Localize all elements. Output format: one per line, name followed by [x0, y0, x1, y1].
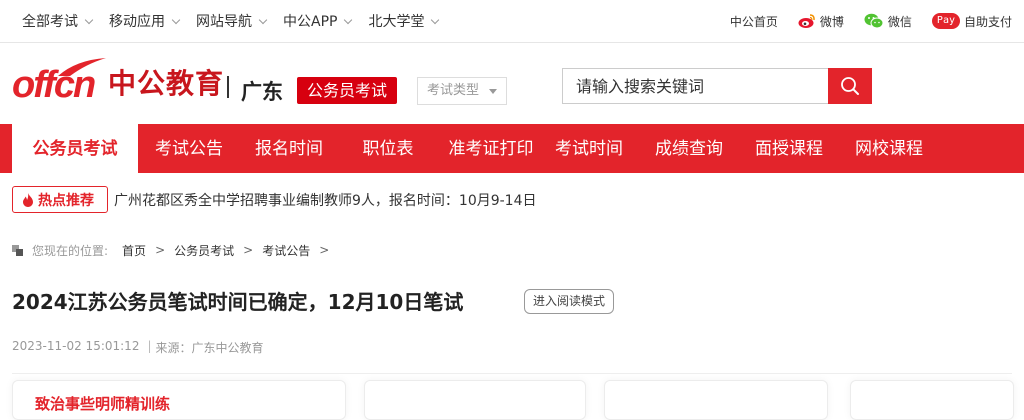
top-nav-site-nav[interactable]: 网站导航	[196, 0, 268, 42]
region-label: 广东	[241, 80, 283, 104]
hot-news-link[interactable]: 广州花都区秀全中学招聘事业编制教师9人，报名时间：10月9-14日	[114, 190, 537, 210]
top-nav: 全部考试 移动应用 网站导航 中公APP 北大学堂	[0, 0, 440, 42]
location-icon	[12, 244, 23, 256]
chevron-down-icon	[84, 15, 94, 24]
flame-icon	[23, 192, 33, 207]
breadcrumb-separator: >	[319, 243, 330, 257]
breadcrumb-separator: >	[155, 243, 166, 257]
nav-item-registration-time[interactable]: 报名时间	[242, 124, 336, 173]
header: offcn 中公教育 广东 公务员考试 考试类型	[0, 44, 1024, 124]
offcn-home-label: 中公首页	[729, 14, 778, 29]
search-icon	[841, 77, 859, 95]
wechat-label: 微信	[887, 14, 912, 29]
offcn-home-link[interactable]: 中公首页	[730, 13, 778, 30]
top-nav-mobile-apps[interactable]: 移动应用	[109, 0, 181, 42]
nav-item-exam-time[interactable]: 考试时间	[542, 124, 636, 173]
logo-wordmark: offcn	[12, 64, 96, 106]
nav-item-in-person-courses[interactable]: 面授课程	[742, 124, 836, 173]
top-nav-label: 全部考试	[22, 14, 78, 30]
hot-recommend-badge: 热点推荐	[12, 186, 108, 213]
exam-type-value: 考试类型	[427, 83, 480, 98]
top-nav-offcn-app[interactable]: 中公APP	[283, 0, 353, 42]
chevron-down-icon	[258, 15, 268, 24]
article-source: 来源：广东中公教育	[155, 341, 264, 355]
article-meta: 2023-11-02 15:01:12 | 来源：广东中公教育	[12, 339, 264, 356]
top-nav-label: 中公APP	[283, 14, 338, 30]
nav-item-job-list[interactable]: 职位表	[348, 124, 428, 173]
content-card[interactable]: 致治事些明师精训练	[12, 380, 346, 420]
main-nav: 公务员考试 考试公告 报名时间 职位表 准考证打印 考试时间 成绩查询 面授课程…	[0, 124, 1024, 173]
top-links: 中公首页 微博 微信 Pay 自助支付	[730, 0, 1024, 42]
caret-down-icon	[489, 89, 497, 94]
weibo-icon	[798, 14, 815, 28]
top-nav-label: 网站导航	[196, 14, 252, 30]
content-card[interactable]	[364, 380, 586, 420]
breadcrumb-civil-service[interactable]: 公务员考试	[174, 242, 234, 259]
pay-badge-icon: Pay	[931, 13, 960, 29]
search-input[interactable]	[562, 68, 829, 104]
exam-type-select[interactable]: 考试类型	[417, 77, 507, 105]
breadcrumb-separator: >	[243, 243, 254, 257]
chevron-down-icon	[344, 15, 353, 24]
top-nav-pku-school[interactable]: 北大学堂	[368, 0, 440, 42]
meta-divider: |	[147, 339, 152, 353]
content-card[interactable]	[850, 380, 1014, 420]
top-bar: 全部考试 移动应用 网站导航 中公APP 北大学堂 中公首页 微博 微信 Pay…	[0, 0, 1024, 43]
content-divider	[12, 373, 1012, 374]
top-nav-label: 移动应用	[109, 14, 165, 30]
breadcrumb-home[interactable]: 首页	[122, 242, 146, 259]
exam-category-tag[interactable]: 公务员考试	[297, 77, 398, 104]
nav-item-exam-notice[interactable]: 考试公告	[142, 124, 236, 173]
nav-item-civil-service[interactable]: 公务员考试	[12, 124, 138, 173]
hot-recommend-label: 热点推荐	[38, 192, 94, 209]
breadcrumb-prefix: 您现在的位置:	[32, 243, 109, 258]
article-date: 2023-11-02 15:01:12	[12, 339, 140, 353]
nav-item-admit-card[interactable]: 准考证打印	[438, 124, 544, 173]
chevron-down-icon	[171, 15, 181, 24]
top-nav-all-exams[interactable]: 全部考试	[22, 0, 94, 42]
nav-item-score-query[interactable]: 成绩查询	[642, 124, 736, 173]
search-button[interactable]	[828, 68, 872, 104]
reading-mode-button[interactable]: 进入阅读模式	[524, 289, 614, 314]
card-title: 致治事些明师精训练	[35, 395, 171, 413]
logo-chinese-name: 中公教育	[108, 67, 225, 100]
breadcrumb: 您现在的位置: 首页 > 公务员考试 > 考试公告 >	[12, 241, 338, 259]
nav-item-online-courses[interactable]: 网校课程	[842, 124, 936, 173]
chevron-down-icon	[431, 15, 440, 24]
wechat-icon	[864, 13, 884, 29]
content-card[interactable]	[604, 380, 828, 420]
self-pay-link[interactable]: Pay 自助支付	[931, 13, 1012, 30]
self-pay-label: 自助支付	[963, 14, 1012, 29]
top-nav-label: 北大学堂	[368, 14, 425, 30]
weibo-label: 微博	[819, 14, 844, 29]
weibo-link[interactable]: 微博	[798, 13, 844, 30]
logo-divider	[227, 76, 229, 98]
article-title: 2024江苏公务员笔试时间已确定，12月10日笔试	[12, 290, 464, 314]
wechat-link[interactable]: 微信	[864, 13, 912, 30]
breadcrumb-exam-notice[interactable]: 考试公告	[262, 242, 310, 259]
